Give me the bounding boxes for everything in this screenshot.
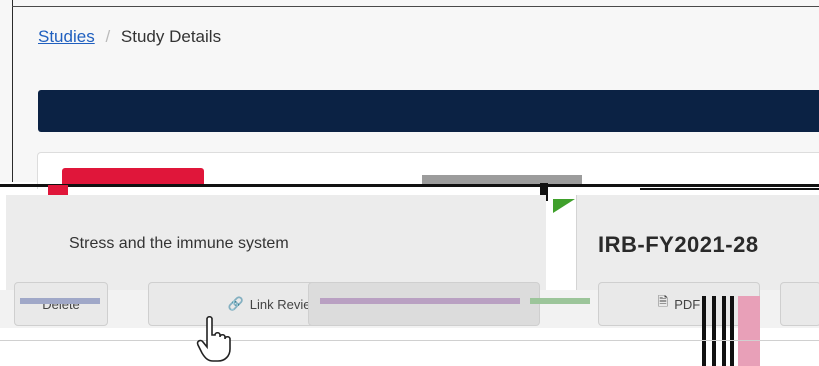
breadcrumb-current: Study Details: [120, 27, 222, 46]
render-artifact-noise: [320, 298, 520, 304]
irb-number: IRB-FY2021-28: [598, 232, 759, 257]
pdf-button-label: PDF: [674, 296, 701, 312]
render-artifact-noise: [20, 298, 100, 304]
hand-pointer-icon: [196, 315, 231, 362]
document-icon: 🗎: [657, 294, 669, 309]
render-artifact-vbar: [712, 296, 716, 366]
render-artifact-vbar: [702, 296, 706, 366]
breadcrumb: Studies / Study Details: [38, 27, 221, 47]
divider: [0, 340, 819, 341]
render-artifact-line-2: [640, 188, 819, 190]
frame-border-top: [12, 6, 819, 7]
render-artifact-line: [0, 184, 819, 187]
link-icon: 🔗: [227, 296, 244, 311]
render-artifact-vbar: [730, 296, 734, 366]
breadcrumb-separator: /: [105, 27, 111, 46]
frame-border-left: [12, 0, 13, 182]
render-artifact-vbar: [722, 296, 726, 366]
render-artifact-pink: [738, 296, 760, 366]
status-tab-red[interactable]: [62, 168, 204, 184]
study-header-bar: [38, 90, 819, 132]
breadcrumb-studies-link[interactable]: Studies: [38, 27, 95, 46]
action-button-middle[interactable]: [308, 282, 540, 326]
delete-button[interactable]: Delete: [14, 282, 108, 326]
study-title: Stress and the immune system: [69, 235, 289, 252]
more-button[interactable]: [780, 282, 819, 326]
pdf-button[interactable]: 🗎 PDF: [598, 282, 760, 326]
render-artifact-noise: [530, 298, 590, 304]
flag-icon: [553, 199, 575, 213]
